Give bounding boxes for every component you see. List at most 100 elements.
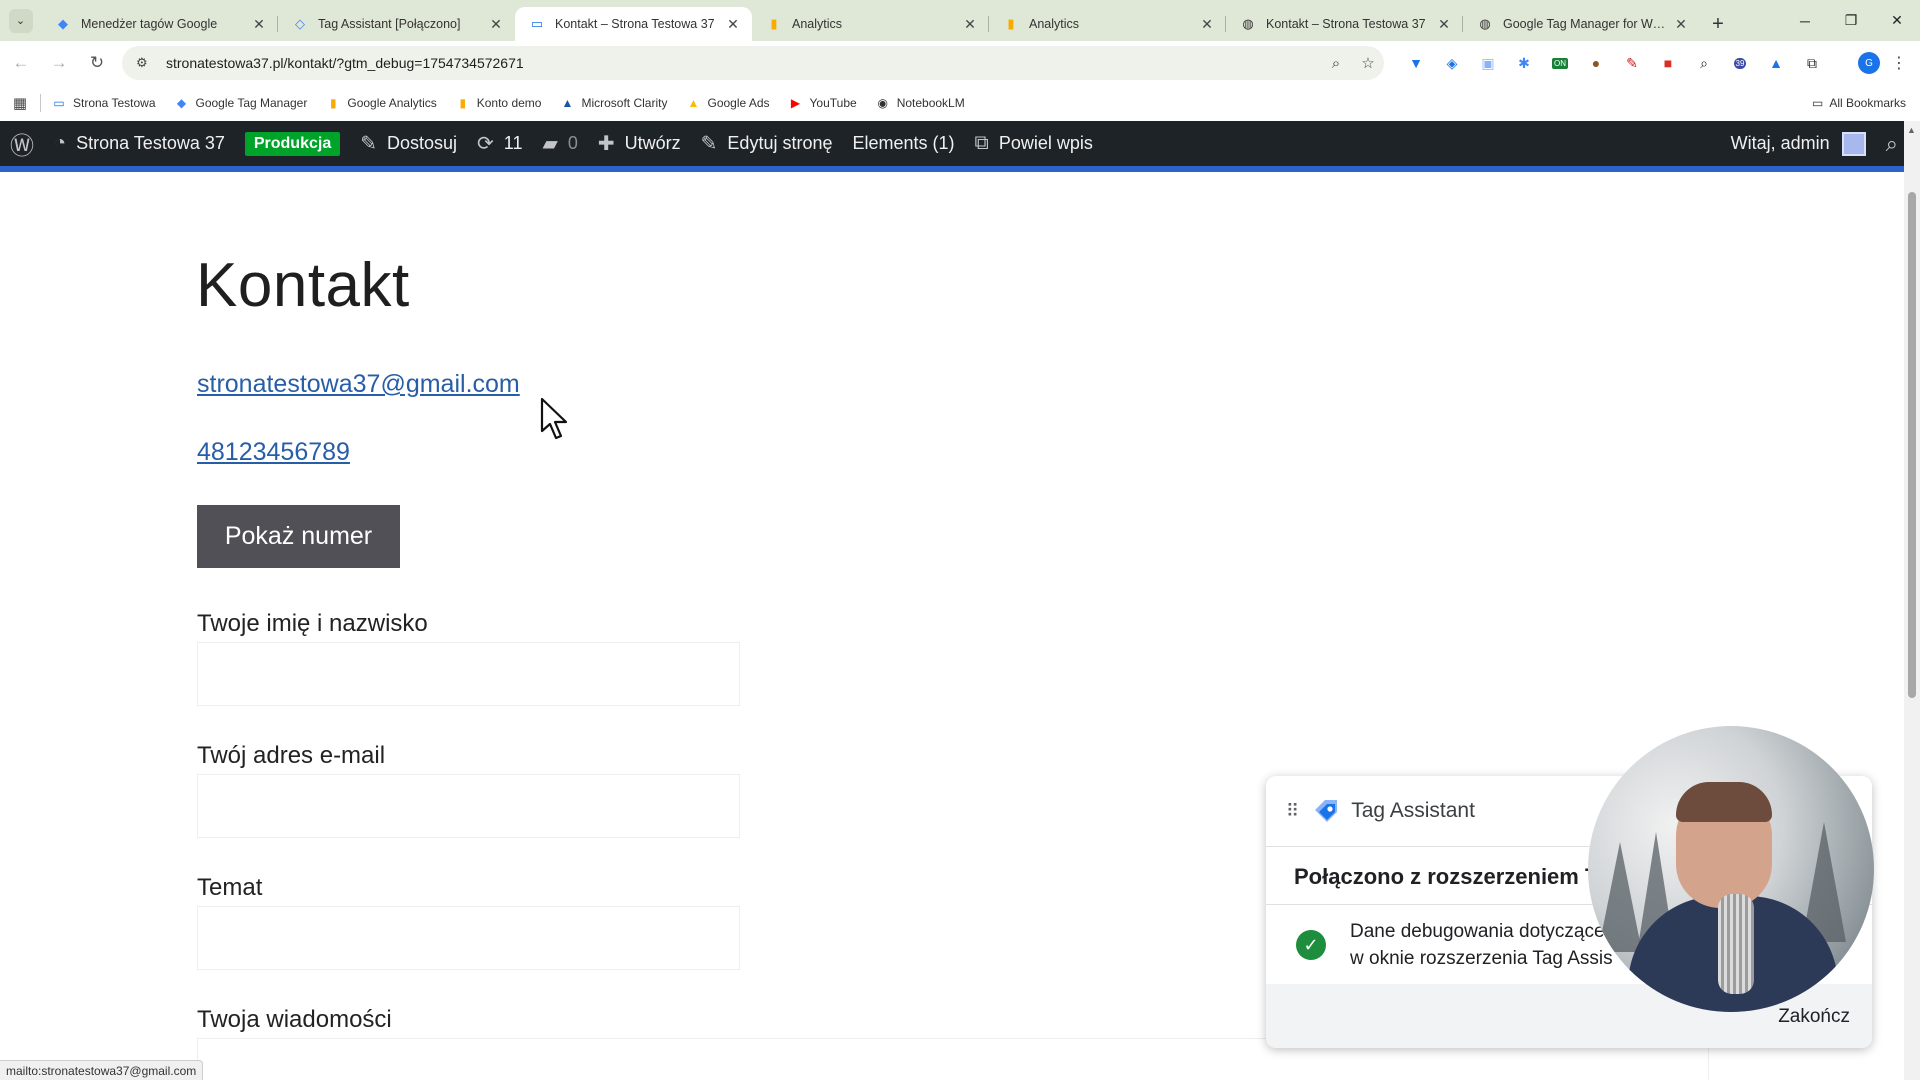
analytics-icon: ▮ bbox=[770, 16, 778, 31]
tag-extension-icon[interactable]: ◈ bbox=[1434, 47, 1470, 79]
site-info-icon[interactable]: ⚙ bbox=[136, 55, 156, 71]
forward-button[interactable]: → bbox=[42, 46, 76, 80]
site-name-link[interactable]: ◔ Strona Testowa 37 bbox=[44, 121, 235, 166]
tab-title: Menedżer tagów Google bbox=[81, 17, 218, 31]
more-menu-icon[interactable]: ⋮ bbox=[1886, 49, 1912, 77]
tab-title: Analytics bbox=[1029, 17, 1080, 31]
extensions-area: ▼ ◈ ▣ ✱ ON ● ✎ ■ ⌕ 39 ▲ ⧉ bbox=[1398, 47, 1830, 79]
new-content-link[interactable]: ✚ Utwórz bbox=[588, 121, 691, 166]
close-icon[interactable]: ✕ bbox=[1435, 15, 1453, 33]
arrow-left-icon: ← bbox=[12, 53, 30, 72]
tab-tag-assistant[interactable]: ◇ Tag Assistant [Połączono] ✕ bbox=[278, 7, 515, 41]
presenter-hair bbox=[1676, 782, 1772, 822]
name-field[interactable] bbox=[197, 642, 740, 706]
tab-kontakt-2[interactable]: ◍ Kontakt – Strona Testowa 37 ✕ bbox=[1226, 7, 1463, 41]
updates-icon: ⟳ bbox=[477, 133, 494, 155]
tab-analytics-1[interactable]: ▮ Analytics ✕ bbox=[752, 7, 989, 41]
star-icon[interactable]: ☆ bbox=[1352, 54, 1384, 72]
edit-page-link[interactable]: ✎ Edytuj stronę bbox=[691, 121, 843, 166]
tab-kontakt-active[interactable]: ▭ Kontakt – Strona Testowa 37 ✕ bbox=[515, 7, 752, 41]
page-scrollbar[interactable]: ▲ bbox=[1904, 121, 1920, 1080]
url-text[interactable]: stronatestowa37.pl/kontakt/?gtm_debug=17… bbox=[166, 55, 1320, 71]
zoom-icon[interactable]: ⌕ bbox=[1320, 55, 1352, 72]
message-label: Twoja wiadomości bbox=[197, 1006, 392, 1033]
microphone bbox=[1718, 894, 1754, 994]
minimize-button[interactable]: ─ bbox=[1782, 0, 1828, 41]
subject-field[interactable] bbox=[197, 906, 740, 970]
drive-extension-icon[interactable]: ▲ bbox=[1758, 47, 1794, 79]
email-link[interactable]: stronatestowa37@gmail.com bbox=[197, 370, 520, 399]
page-title: Kontakt bbox=[196, 251, 410, 320]
close-icon[interactable]: ✕ bbox=[487, 15, 505, 33]
apps-grid-icon[interactable]: ▦ bbox=[0, 94, 40, 112]
tag-assistant-logo-icon bbox=[1315, 800, 1338, 822]
dashboard-icon: ◔ bbox=[54, 132, 67, 154]
pen-extension-icon[interactable]: ✎ bbox=[1614, 47, 1650, 79]
close-icon[interactable]: ✕ bbox=[1672, 15, 1690, 33]
show-number-button[interactable]: Pokaż numer bbox=[197, 505, 400, 568]
tab-title: Kontakt – Strona Testowa 37 bbox=[1266, 17, 1426, 31]
connected-heading: Połączono z rozszerzeniem Ta bbox=[1294, 864, 1610, 889]
bookmark-youtube[interactable]: ▶ YouTube bbox=[788, 95, 857, 111]
on-extension-icon[interactable]: ON bbox=[1542, 47, 1578, 79]
bookmarks-bar: ▦ ▭ Strona Testowa ◆ Google Tag Manager ▮ G… bbox=[0, 85, 1920, 121]
pencil-icon: ✎ bbox=[700, 133, 718, 155]
all-bookmarks-button[interactable]: ▭ All Bookmarks bbox=[1812, 85, 1906, 121]
puzzle-icon[interactable]: ⧉ bbox=[1794, 47, 1830, 79]
link-status-bubble: mailto:stronatestowa37@gmail.com bbox=[0, 1060, 204, 1080]
elements-link[interactable]: Elements (1) bbox=[842, 121, 964, 166]
tab-gtm-wordpress[interactable]: ◍ Google Tag Manager for WordPress ✕ bbox=[1463, 7, 1700, 41]
bookmark-konto-demo[interactable]: ▮ Konto demo bbox=[455, 95, 541, 111]
close-window-button[interactable]: ✕ bbox=[1874, 0, 1920, 41]
customize-link[interactable]: ✎ Dostosuj bbox=[350, 121, 467, 166]
back-button[interactable]: ← bbox=[4, 46, 38, 80]
environment-badge[interactable]: Produkcja bbox=[235, 121, 350, 166]
bookmark-google-analytics[interactable]: ▮ Google Analytics bbox=[325, 95, 437, 111]
tab-search-button[interactable]: ⌄ bbox=[0, 0, 41, 41]
wp-logo-button[interactable]: Ⓦ bbox=[0, 121, 44, 166]
close-icon[interactable]: ✕ bbox=[724, 15, 742, 33]
filter-extension-icon[interactable]: ▼ bbox=[1398, 47, 1434, 79]
counter-extension-icon[interactable]: 39 bbox=[1722, 47, 1758, 79]
my-account-link[interactable]: Witaj, admin bbox=[1721, 121, 1876, 166]
plus-icon: + bbox=[1712, 12, 1724, 35]
bookmark-clarity[interactable]: ▲ Microsoft Clarity bbox=[559, 95, 668, 111]
bookmark-strona-testowa[interactable]: ▭ Strona Testowa bbox=[51, 95, 155, 111]
bookmark-google-ads[interactable]: ▲ Google Ads bbox=[685, 95, 770, 111]
search-icon: ⌕ bbox=[1885, 130, 1898, 156]
analytics-icon: ▮ bbox=[459, 96, 467, 110]
cookie-extension-icon[interactable]: ● bbox=[1578, 47, 1614, 79]
reload-button[interactable]: ↻ bbox=[80, 46, 114, 80]
scroll-up-icon[interactable]: ▲ bbox=[1907, 125, 1916, 135]
window-controls: ─ ❐ ✕ bbox=[1782, 0, 1920, 41]
mouse-cursor-icon bbox=[540, 397, 568, 440]
email-field[interactable] bbox=[197, 774, 740, 838]
close-icon[interactable]: ✕ bbox=[250, 15, 268, 33]
tab-gtm[interactable]: ◆ Menedżer tagów Google ✕ bbox=[41, 7, 278, 41]
debug-message: Dane debugowania dotyczące w oknie rozsz… bbox=[1350, 918, 1613, 972]
comments-link[interactable]: ▰ 0 bbox=[532, 121, 587, 166]
profile-avatar[interactable]: G bbox=[1858, 52, 1880, 74]
updates-link[interactable]: ⟳ 11 bbox=[467, 121, 532, 166]
restore-button[interactable]: ❐ bbox=[1828, 0, 1874, 41]
globe-icon: ◍ bbox=[1242, 16, 1254, 31]
message-line: w oknie rozszerzenia Tag Assis bbox=[1350, 948, 1613, 969]
webcam-overlay bbox=[1588, 726, 1874, 1012]
drag-handle-icon[interactable]: ⠿ bbox=[1286, 801, 1299, 822]
duplicate-post-link[interactable]: ⧉ Powiel wpis bbox=[965, 121, 1103, 166]
scroll-thumb[interactable] bbox=[1908, 192, 1916, 698]
close-icon[interactable]: ✕ bbox=[1198, 15, 1216, 33]
code-extension-icon[interactable]: ▣ bbox=[1470, 47, 1506, 79]
address-bar[interactable]: ⚙ stronatestowa37.pl/kontakt/?gtm_debug=… bbox=[122, 46, 1384, 80]
tab-analytics-2[interactable]: ▮ Analytics ✕ bbox=[989, 7, 1226, 41]
plus-icon: ✚ bbox=[597, 133, 615, 155]
bookmark-notebooklm[interactable]: ◉ NotebookLM bbox=[875, 95, 964, 111]
bug-extension-icon[interactable]: ✱ bbox=[1506, 47, 1542, 79]
record-extension-icon[interactable]: ■ bbox=[1650, 47, 1686, 79]
close-icon[interactable]: ✕ bbox=[961, 15, 979, 33]
bookmark-gtm[interactable]: ◆ Google Tag Manager bbox=[174, 95, 307, 111]
magnifier-extension-icon[interactable]: ⌕ bbox=[1686, 47, 1722, 79]
phone-link[interactable]: 48123456789 bbox=[197, 438, 350, 467]
google-ads-icon: ▲ bbox=[687, 96, 700, 110]
new-tab-button[interactable]: + bbox=[1700, 7, 1736, 41]
